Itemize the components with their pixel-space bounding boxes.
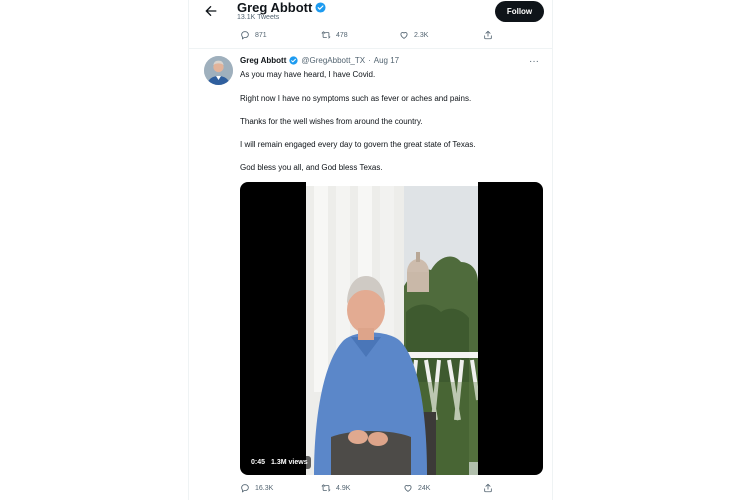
share-button[interactable]: [483, 30, 493, 40]
reply-icon: [241, 484, 249, 493]
meta-separator: ·: [368, 56, 371, 65]
verified-badge-icon: [315, 2, 326, 13]
back-button[interactable]: [203, 3, 219, 19]
tweet-text-line-5: God bless you all, and God bless Texas.: [240, 163, 383, 172]
share-icon: [484, 483, 492, 493]
arrow-left-icon: [205, 5, 217, 17]
tweet-header: Greg Abbott @GregAbbott_TX · Aug 17: [240, 56, 399, 65]
tweet-author-name[interactable]: Greg Abbott: [240, 56, 286, 65]
like-button[interactable]: 24K: [403, 483, 430, 493]
retweet-icon: [321, 484, 331, 492]
like-button[interactable]: 2.3K: [399, 30, 428, 40]
tweet-author-handle[interactable]: @GregAbbott_TX: [301, 56, 365, 65]
tweet-divider: [189, 48, 552, 49]
timeline-column: Greg Abbott 13.1K Tweets Follow 871 478 …: [188, 0, 553, 500]
verified-badge-icon: [289, 56, 298, 65]
reply-button[interactable]: 16.3K: [240, 483, 273, 493]
reply-count: 16.3K: [255, 484, 274, 492]
follow-button[interactable]: Follow: [495, 1, 544, 22]
prev-tweet-actions: 871 478 2.3K: [189, 30, 552, 44]
header-display-name: Greg Abbott: [237, 0, 313, 15]
retweet-count: 478: [336, 31, 348, 39]
share-icon: [484, 30, 492, 40]
tweet-date[interactable]: Aug 17: [374, 56, 399, 65]
avatar[interactable]: [204, 56, 233, 85]
heart-icon: [400, 32, 408, 39]
retweet-button[interactable]: 478: [321, 30, 348, 40]
tweet-text-line-3: Thanks for the well wishes from around t…: [240, 117, 423, 126]
retweet-button[interactable]: 4.9K: [321, 483, 350, 493]
tweet-text-line-4: I will remain engaged every day to gover…: [240, 140, 476, 149]
profile-header: Greg Abbott 13.1K Tweets Follow: [189, 0, 552, 26]
share-button[interactable]: [483, 483, 493, 493]
video-frame: [306, 182, 478, 475]
tweet-count: 13.1K Tweets: [237, 14, 280, 21]
reply-count: 871: [255, 31, 267, 39]
tweet-text-line-1: As you may have heard, I have Covid.: [240, 70, 376, 79]
more-options-button[interactable]: ···: [529, 56, 539, 67]
retweet-count: 4.9K: [336, 484, 351, 492]
retweet-icon: [321, 31, 331, 39]
like-count: 24K: [418, 484, 431, 492]
heart-icon: [404, 485, 412, 492]
video-views: 1.3M views: [271, 459, 308, 466]
like-count: 2.3K: [414, 31, 429, 39]
reply-button[interactable]: 871: [240, 30, 267, 40]
header-name-row: Greg Abbott: [237, 0, 326, 15]
video-player[interactable]: 0:45 1.3M views: [240, 182, 543, 475]
tweet-text-line-2: Right now I have no symptoms such as fev…: [240, 94, 472, 103]
tweet-actions: 16.3K 4.9K 24K: [189, 483, 552, 497]
video-duration: 0:45: [251, 459, 266, 466]
video-info-badge: 0:45 1.3M views: [248, 456, 311, 469]
reply-icon: [241, 31, 249, 40]
